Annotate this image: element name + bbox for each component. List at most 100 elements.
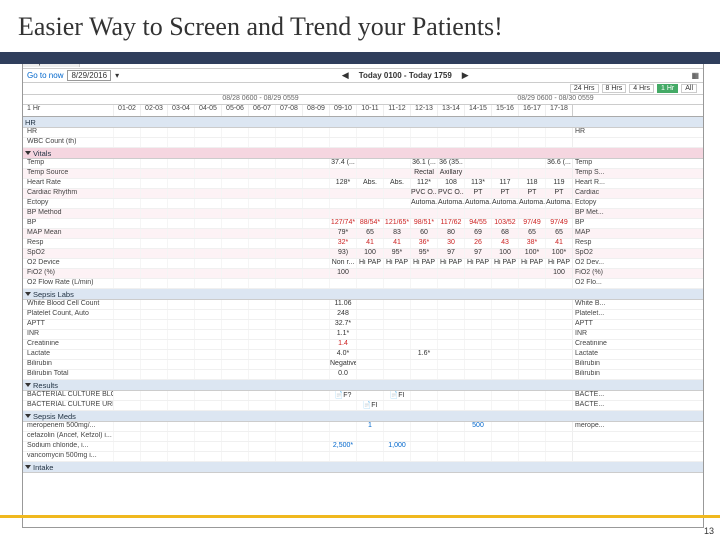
col-header[interactable]: 01-02 bbox=[113, 105, 140, 116]
cell[interactable]: 80 bbox=[437, 229, 464, 238]
cell[interactable]: Hi PAP bbox=[383, 259, 410, 268]
cell[interactable]: PVC O... bbox=[437, 189, 464, 198]
cell[interactable]: Hi PAP bbox=[491, 259, 518, 268]
cell[interactable]: 32.7* bbox=[329, 320, 356, 329]
cell[interactable]: 97 bbox=[437, 249, 464, 258]
cell[interactable]: 100* bbox=[518, 249, 545, 258]
goto-now-link[interactable]: Go to now bbox=[27, 71, 63, 80]
cell[interactable]: 📄FI bbox=[383, 391, 410, 400]
calendar-icon[interactable]: ▾ bbox=[115, 71, 119, 80]
cell[interactable]: PT bbox=[464, 189, 491, 198]
cell[interactable]: 88/54* bbox=[356, 219, 383, 228]
cell[interactable]: 108 bbox=[437, 179, 464, 188]
timescale-24hrs[interactable]: 24 Hrs bbox=[570, 84, 599, 93]
cell[interactable]: 117/62 bbox=[437, 219, 464, 228]
cell[interactable]: 117 bbox=[491, 179, 518, 188]
cell[interactable]: 95* bbox=[410, 249, 437, 258]
cell[interactable]: 2,500* bbox=[329, 442, 356, 451]
cell[interactable]: Automa... bbox=[491, 199, 518, 208]
cell[interactable]: Hi PAP bbox=[410, 259, 437, 268]
cell[interactable]: Hi PAP bbox=[464, 259, 491, 268]
col-header[interactable]: 17-18 bbox=[545, 105, 572, 116]
cell[interactable]: 32* bbox=[329, 239, 356, 248]
cell[interactable]: 43 bbox=[491, 239, 518, 248]
cell[interactable]: 119 bbox=[545, 179, 572, 188]
cell[interactable]: 60 bbox=[410, 229, 437, 238]
col-header[interactable]: 03-04 bbox=[167, 105, 194, 116]
col-header[interactable]: 07-08 bbox=[275, 105, 302, 116]
cell[interactable]: 1.4 bbox=[329, 340, 356, 349]
cell[interactable]: 38* bbox=[518, 239, 545, 248]
col-header[interactable]: 08-09 bbox=[302, 105, 329, 116]
cell[interactable]: 41 bbox=[383, 239, 410, 248]
cell[interactable]: 500 bbox=[464, 422, 491, 431]
cell[interactable]: 100 bbox=[491, 249, 518, 258]
cell[interactable]: 65 bbox=[545, 229, 572, 238]
cell[interactable]: 94/55 bbox=[464, 219, 491, 228]
cell[interactable]: 26 bbox=[464, 239, 491, 248]
section-results[interactable]: Results bbox=[23, 380, 703, 391]
cell[interactable]: 65 bbox=[518, 229, 545, 238]
cell[interactable]: 97 bbox=[464, 249, 491, 258]
cell[interactable]: 127/74* bbox=[329, 219, 356, 228]
cell[interactable]: 103/52 bbox=[491, 219, 518, 228]
cell[interactable]: Negative bbox=[329, 360, 356, 369]
col-header[interactable]: 14-15 bbox=[464, 105, 491, 116]
timescale-1hr[interactable]: 1 Hr bbox=[657, 84, 678, 93]
cell[interactable]: 113* bbox=[464, 179, 491, 188]
col-header[interactable]: 05-06 bbox=[221, 105, 248, 116]
cell[interactable]: 36* bbox=[410, 239, 437, 248]
cell[interactable]: 1.1* bbox=[329, 330, 356, 339]
col-header[interactable]: 11-12 bbox=[383, 105, 410, 116]
cell[interactable]: 83 bbox=[383, 229, 410, 238]
cell[interactable]: 36 (35.. bbox=[437, 159, 464, 168]
cell[interactable]: Automa... bbox=[437, 199, 464, 208]
cell[interactable]: 121/65* bbox=[383, 219, 410, 228]
cell[interactable]: 128* bbox=[329, 179, 356, 188]
cell[interactable]: 95* bbox=[383, 249, 410, 258]
timescale-4hrs[interactable]: 4 Hrs bbox=[629, 84, 654, 93]
col-header[interactable]: 15-16 bbox=[491, 105, 518, 116]
col-header[interactable]: 12-13 bbox=[410, 105, 437, 116]
cell[interactable]: 30 bbox=[437, 239, 464, 248]
cell[interactable]: Hi PAP bbox=[437, 259, 464, 268]
section-sepsis-meds[interactable]: Sepsis Meds bbox=[23, 411, 703, 422]
col-header[interactable]: 02-03 bbox=[140, 105, 167, 116]
prev-arrow-icon[interactable]: ◀ bbox=[336, 70, 355, 81]
cell[interactable]: Axillary bbox=[437, 169, 464, 178]
cell[interactable]: 112* bbox=[410, 179, 437, 188]
cell[interactable]: 79* bbox=[329, 229, 356, 238]
cell[interactable]: Abs. bbox=[383, 179, 410, 188]
flowsheet-grid[interactable]: 1 Hr01-0202-0303-0404-0505-0606-0707-080… bbox=[23, 105, 703, 527]
section-sepsis-labs[interactable]: Sepsis Labs bbox=[23, 289, 703, 300]
grid-icon[interactable]: ▦ bbox=[691, 71, 699, 80]
cell[interactable]: 100* bbox=[545, 249, 572, 258]
cell[interactable]: PT bbox=[491, 189, 518, 198]
section-hr[interactable]: HR bbox=[23, 117, 703, 128]
cell[interactable]: 68 bbox=[491, 229, 518, 238]
cell[interactable]: 4.0* bbox=[329, 350, 356, 359]
cell[interactable]: 36.6 (... bbox=[545, 159, 572, 168]
col-header[interactable]: 13-14 bbox=[437, 105, 464, 116]
cell[interactable]: Hi PAP bbox=[545, 259, 572, 268]
cell[interactable]: Automa... bbox=[410, 199, 437, 208]
cell[interactable]: 97/49 bbox=[545, 219, 572, 228]
cell[interactable]: PT bbox=[518, 189, 545, 198]
cell[interactable]: Hi PAP bbox=[356, 259, 383, 268]
cell[interactable]: Hi PAP bbox=[518, 259, 545, 268]
cell[interactable]: PT bbox=[545, 189, 572, 198]
cell[interactable]: 248 bbox=[329, 310, 356, 319]
col-header[interactable]: 10-11 bbox=[356, 105, 383, 116]
cell[interactable]: 📄FI bbox=[356, 401, 383, 410]
cell[interactable]: 📄F? bbox=[329, 391, 356, 400]
cell[interactable]: 36.1 (... bbox=[410, 159, 437, 168]
timescale-8hrs[interactable]: 8 Hrs bbox=[602, 84, 627, 93]
col-header[interactable]: 04-05 bbox=[194, 105, 221, 116]
col-header[interactable]: 06-07 bbox=[248, 105, 275, 116]
cell[interactable]: 41 bbox=[545, 239, 572, 248]
date-picker[interactable]: 8/29/2016 bbox=[67, 70, 111, 81]
cell[interactable]: 100 bbox=[356, 249, 383, 258]
section-vitals[interactable]: Vitals bbox=[23, 148, 703, 159]
cell[interactable]: 37.4 (... bbox=[329, 159, 356, 168]
cell[interactable]: 118 bbox=[518, 179, 545, 188]
